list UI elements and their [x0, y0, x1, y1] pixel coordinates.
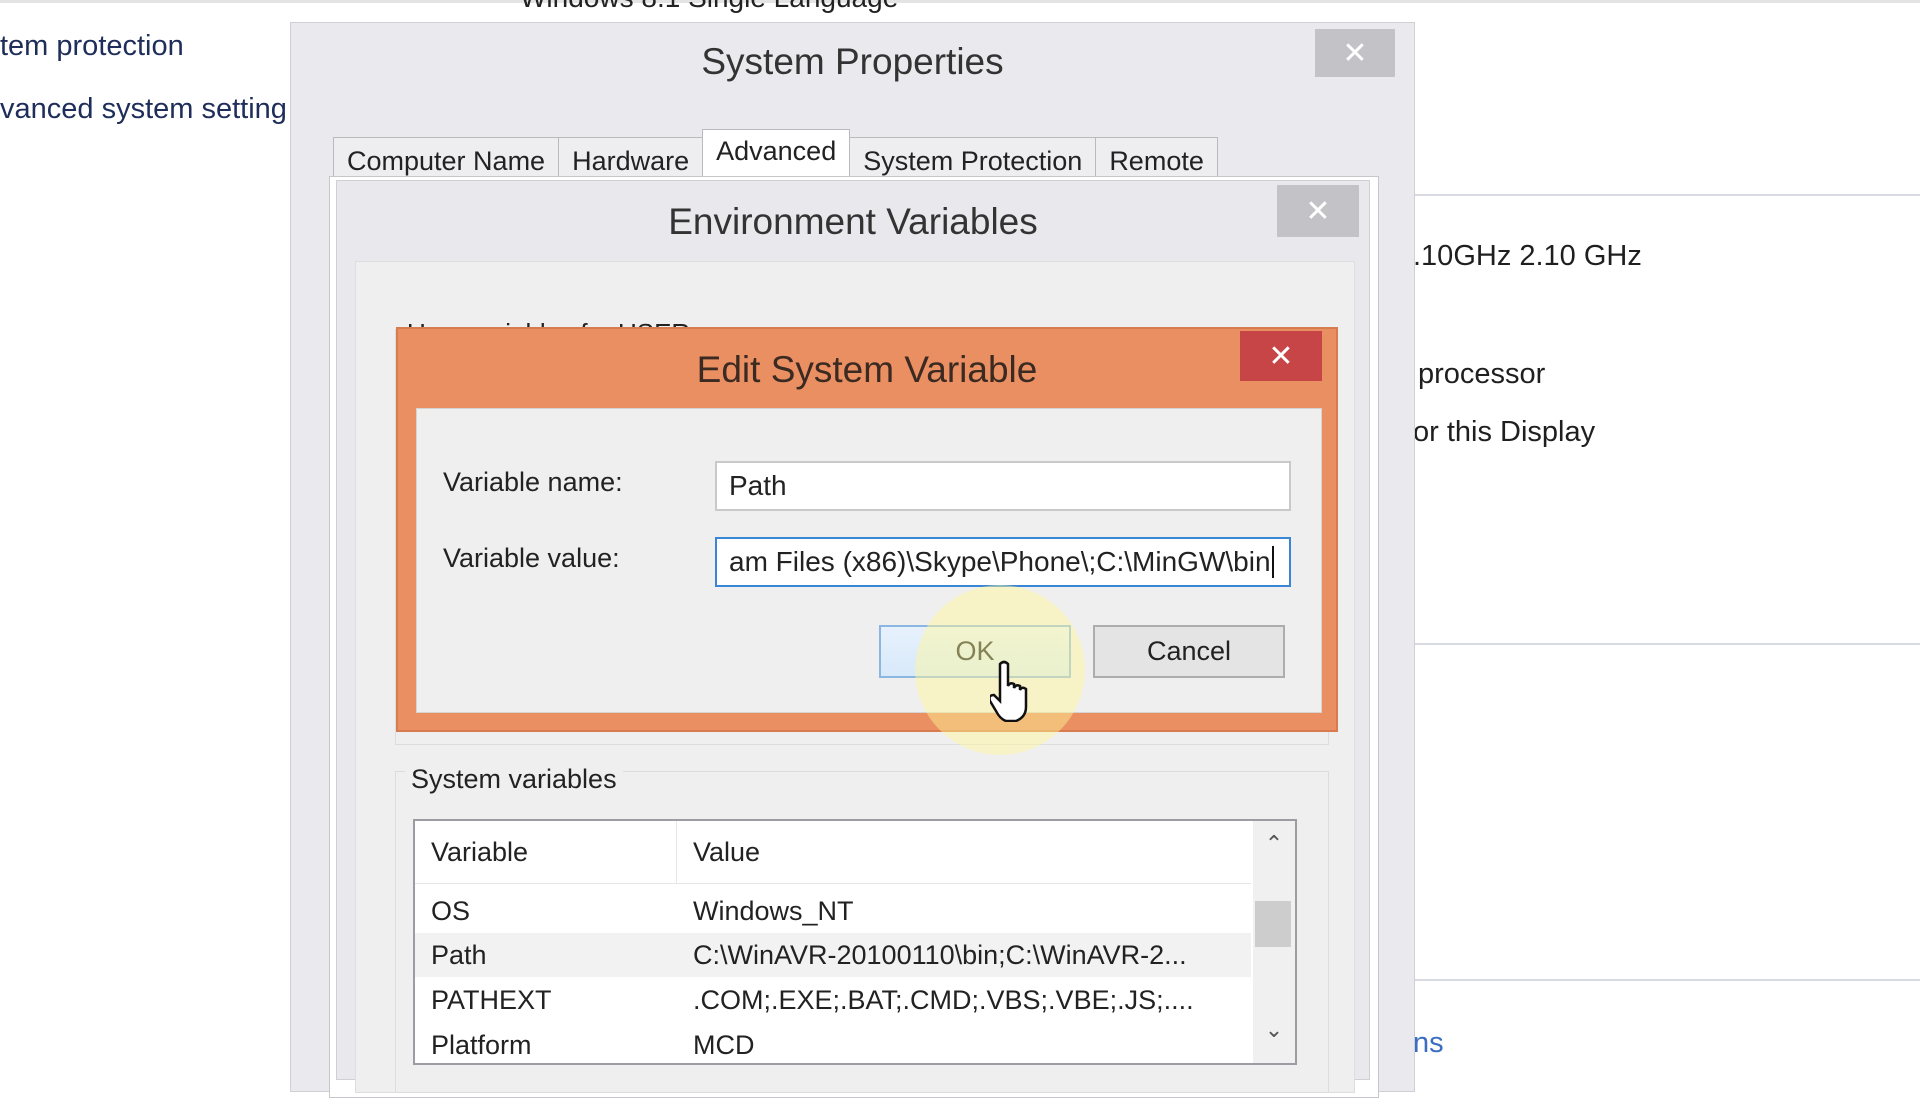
section-divider [1415, 194, 1920, 196]
top-border [0, 0, 1920, 3]
section-divider [1415, 979, 1920, 981]
processor-speed-text: .10GHz 2.10 GHz [1413, 240, 1642, 272]
value-cell: C:\WinAVR-20100110\bin;C:\WinAVR-2... [693, 939, 1187, 970]
dialog-body: Variable name: Path Variable value: am F… [416, 408, 1322, 713]
variable-value-label: Variable value: [443, 543, 620, 573]
close-button[interactable]: ✕ [1240, 331, 1322, 381]
variable-cell: OS [431, 895, 471, 926]
ok-button[interactable]: OK [879, 625, 1071, 678]
processor-type-text: processor [1418, 358, 1546, 390]
system-variables-label: System variables [405, 764, 623, 795]
pen-touch-text: or this Display [1413, 416, 1596, 448]
edit-system-variable-dialog: Edit System Variable ✕ Variable name: Pa… [396, 327, 1338, 732]
value-cell: Windows_NT [693, 895, 854, 926]
system-variables-table: Variable Value OS Windows_NT Path C:\Win… [413, 819, 1297, 1065]
change-settings-link[interactable]: ns [1413, 1027, 1444, 1060]
variable-name-label: Variable name: [443, 467, 623, 497]
table-row[interactable]: OS Windows_NT [415, 889, 1251, 933]
variable-cell: Path [431, 939, 487, 970]
close-icon: ✕ [1342, 36, 1368, 70]
table-row[interactable]: Platform MCD [415, 1023, 1251, 1063]
scroll-up-icon[interactable]: ⌃ [1253, 831, 1295, 857]
window-title: System Properties [701, 41, 1004, 82]
column-header-value[interactable]: Value [677, 821, 760, 883]
table-row-selected[interactable]: Path C:\WinAVR-20100110\bin;C:\WinAVR-2.… [415, 933, 1251, 977]
close-icon: ✕ [1305, 194, 1331, 228]
variable-cell: PATHEXT [431, 984, 552, 1015]
advanced-system-settings-link[interactable]: vanced system setting [0, 93, 287, 126]
table-row[interactable]: PATHEXT .COM;.EXE;.BAT;.CMD;.VBS;.VBE;.J… [415, 978, 1251, 1022]
window-title: Environment Variables [668, 201, 1038, 242]
variable-value-text: am Files (x86)\Skype\Phone\;C:\MinGW\bin [729, 546, 1271, 577]
dialog-title: Edit System Variable [696, 349, 1038, 390]
value-cell: MCD [693, 1029, 755, 1060]
close-button[interactable]: ✕ [1315, 29, 1395, 77]
column-header-variable[interactable]: Variable [415, 821, 677, 883]
value-cell: .COM;.EXE;.BAT;.CMD;.VBS;.VBE;.JS;.... [693, 984, 1194, 1015]
variable-value-input[interactable]: am Files (x86)\Skype\Phone\;C:\MinGW\bin [715, 537, 1291, 587]
scroll-thumb[interactable] [1255, 901, 1291, 947]
scroll-down-icon[interactable]: ⌄ [1253, 1017, 1295, 1043]
system-protection-link[interactable]: tem protection [0, 30, 184, 63]
variable-name-input[interactable]: Path [715, 461, 1291, 511]
variable-cell: Platform [431, 1029, 532, 1060]
windows-edition-text: Windows 8.1 Single Language [520, 0, 898, 14]
section-divider [1415, 643, 1920, 645]
close-icon: ✕ [1268, 339, 1294, 373]
vertical-scrollbar[interactable]: ⌃ ⌄ [1253, 821, 1295, 1063]
text-caret [1271, 546, 1274, 578]
close-button[interactable]: ✕ [1277, 185, 1359, 237]
table-header: Variable Value [415, 821, 1251, 884]
cancel-button[interactable]: Cancel [1093, 625, 1285, 678]
